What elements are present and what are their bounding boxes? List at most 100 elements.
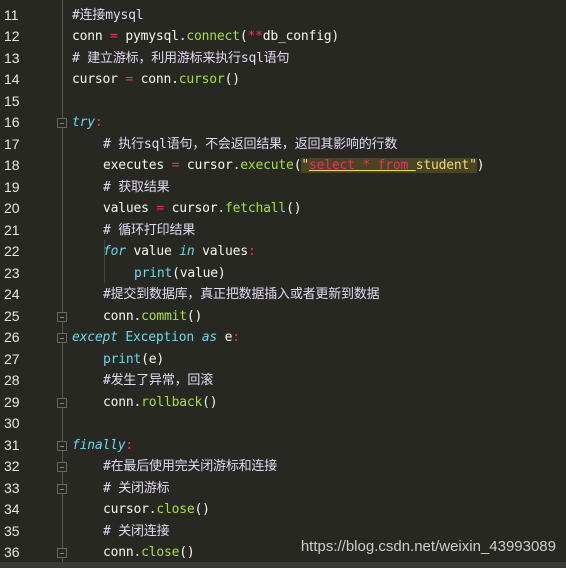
fold-toggle-icon[interactable] [57,333,67,343]
code-token: (value) [172,265,226,281]
code-token: value [125,244,180,259]
line-number: 30 [4,415,20,431]
code-text: conn.rollback() [103,392,218,414]
code-line[interactable]: 16 try: [0,112,566,134]
code-line[interactable]: 17 # 执行sql语句，不会返回结果，返回其影响的行数 [0,134,566,156]
code-line[interactable]: 22 for value in values: [0,241,566,263]
code-token: cursor. [103,502,157,517]
code-token: # 执行sql语句，不会返回结果，返回其影响的行数 [103,136,398,152]
code-token: commit [141,308,187,324]
line-number: 31 [4,436,20,453]
code-text: # 获取结果 [103,177,170,199]
code-line[interactable]: 27 print(e) [0,349,566,371]
fold-toggle-icon[interactable] [57,397,67,408]
line-number: 15 [4,92,20,109]
code-text: # 关闭连接 [103,521,170,543]
line-number: 18 [4,157,20,173]
line-number: 22 [4,243,20,259]
line-number: 17 [4,135,20,152]
code-line[interactable]: 11 #连接mysql [0,5,566,27]
code-token: execute [240,158,294,173]
code-line[interactable]: 18 executes = cursor.execute("select * fr… [0,155,566,177]
code-token: print [103,351,142,367]
code-text: #在最后使用完关闭游标和连接 [103,456,277,478]
code-token: () [286,201,302,216]
code-line[interactable]: 26 except Exception as e: [0,327,566,349]
code-token: student [415,158,470,173]
code-text: except Exception as e: [72,327,240,349]
code-text: cursor = conn.cursor() [72,69,240,91]
code-line[interactable]: 31 finally: [0,435,566,457]
code-token: values [103,201,157,216]
code-text: conn = pymysql.connect(**db_config) [72,26,339,48]
line-number: 27 [4,350,20,367]
code-line[interactable]: 23 print(value) [0,263,566,285]
fold-toggle-icon[interactable] [57,483,67,494]
code-text: conn.commit() [103,306,202,328]
code-line[interactable]: 25 conn.commit() [0,306,566,328]
code-line[interactable]: 14 cursor = conn.cursor() [0,69,566,91]
fold-toggle-icon[interactable] [57,440,67,451]
line-number: 32 [4,458,20,474]
code-line[interactable]: 19 # 获取结果 [0,177,566,199]
code-token: () [186,308,203,324]
code-text: # 循环打印结果 [103,220,195,242]
code-line[interactable]: 13 # 建立游标，利用游标来执行sql语句 [0,48,566,70]
code-token: conn. [133,72,179,87]
code-token: " [469,158,477,173]
code-text: #连接mysql [72,5,144,27]
horizontal-scrollbar[interactable] [0,562,566,568]
line-number: 26 [4,329,20,345]
code-text: conn.close() [103,542,195,564]
code-token: ) [476,158,485,173]
code-text: # 执行sql语句，不会返回结果，返回其影响的行数 [103,134,397,156]
code-token: e [216,330,233,345]
code-line[interactable]: 24 #提交到数据库，真正把数据插入或者更新到数据 [0,284,566,306]
line-number: 28 [4,372,20,388]
code-token: #提交到数据库，真正把数据插入或者更新到数据 [103,287,380,302]
code-token: fetchall [225,201,287,216]
code-token: # 建立游标，利用游标来执行sql语句 [72,50,290,66]
code-line[interactable]: 33 # 关闭游标 [0,478,566,500]
line-number: 23 [4,264,20,281]
code-token: for [103,244,126,259]
code-line[interactable]: 28 #发生了异常，回滚 [0,370,566,392]
code-token: : [232,330,240,345]
code-token: cursor. [164,201,226,216]
code-line[interactable]: 20 values = cursor.fetchall() [0,198,566,220]
code-token: conn. [103,308,142,324]
code-token: pymysql. [117,29,187,44]
code-token: as [201,330,217,345]
code-line[interactable]: 12 conn = pymysql.connect(**db_config) [0,26,566,48]
code-editor[interactable]: 11 #连接mysql 12 conn = pymysql.connect(**db_… [0,0,566,562]
fold-toggle-icon[interactable] [57,118,67,128]
code-text: cursor.close() [103,499,210,521]
code-line[interactable]: 34 cursor.close() [0,499,566,521]
code-line[interactable]: 32 #在最后使用完关闭游标和连接 [0,456,566,478]
line-number: 12 [4,28,20,44]
code-token: rollback [141,394,203,410]
code-text: executes = cursor.execute("select * from… [103,155,485,177]
code-text: #提交到数据库，真正把数据插入或者更新到数据 [103,284,380,306]
code-token: executes [103,158,172,173]
code-line[interactable]: 29 conn.rollback() [0,392,566,414]
fold-toggle-icon[interactable] [57,548,67,558]
fold-toggle-icon[interactable] [57,311,67,322]
code-token: #连接mysql [72,7,144,23]
code-text: print(e) [103,349,164,371]
line-number: 29 [4,393,20,410]
code-token: #在最后使用完关闭游标和连接 [103,459,278,474]
fold-toggle-icon[interactable] [57,462,67,472]
code-token: (e) [141,351,165,367]
code-text: try: [72,112,103,134]
code-line[interactable]: 15 [0,91,566,113]
code-token: # 循环打印结果 [103,222,196,238]
code-token: except [72,330,118,345]
code-line[interactable]: 30 [0,413,566,435]
code-line[interactable]: 21 # 循环打印结果 [0,220,566,242]
code-token: conn [72,29,111,44]
line-number: 21 [4,221,20,238]
line-number: 24 [4,286,20,302]
code-token: conn. [103,545,142,560]
